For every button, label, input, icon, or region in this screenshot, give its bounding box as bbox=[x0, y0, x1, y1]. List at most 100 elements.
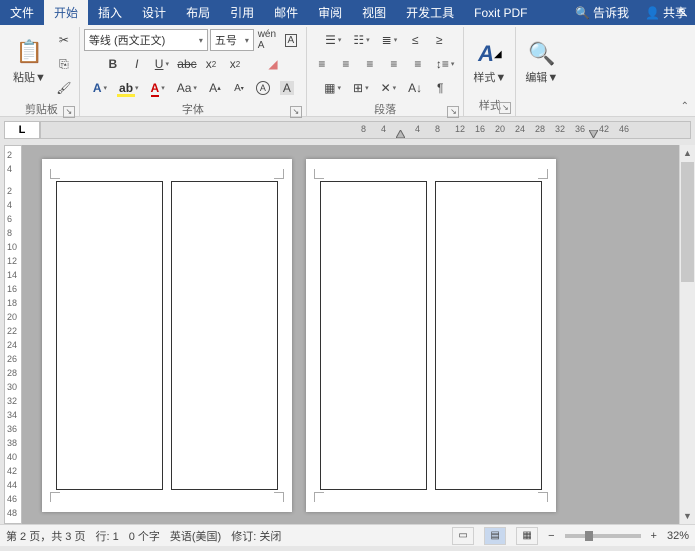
tab-file[interactable]: 文件 bbox=[0, 0, 44, 25]
tab-foxit[interactable]: Foxit PDF bbox=[464, 0, 537, 25]
web-layout-button[interactable]: ▦ bbox=[516, 527, 538, 545]
bucket-icon: ▦ bbox=[324, 81, 335, 95]
zoom-thumb[interactable] bbox=[585, 531, 593, 541]
editing-button[interactable]: 🔍 编辑▼ bbox=[520, 29, 563, 95]
page-2[interactable] bbox=[306, 159, 556, 512]
bold-button[interactable]: B bbox=[102, 53, 124, 75]
cut-button[interactable]: ✂ bbox=[53, 29, 75, 51]
brush-icon: 🖌 bbox=[56, 81, 71, 95]
shading-button[interactable]: ▦▾ bbox=[319, 77, 346, 99]
cursor-icon: ↖ bbox=[677, 4, 689, 21]
align-left-button[interactable]: ≡ bbox=[311, 53, 333, 75]
change-case-button[interactable]: Aa▾ bbox=[172, 77, 202, 99]
tab-developer[interactable]: 开发工具 bbox=[396, 0, 464, 25]
ribbon: 📋 粘贴▼ ✂ ⎘ 🖌 剪贴板 ↘ 等线 (西文正文)▾ 五号▾ wénA A bbox=[0, 25, 695, 117]
tab-references[interactable]: 引用 bbox=[220, 0, 264, 25]
indent-marker[interactable] bbox=[396, 130, 405, 138]
print-layout-button[interactable]: ▤ bbox=[484, 527, 506, 545]
scroll-up-button[interactable]: ▲ bbox=[680, 145, 695, 161]
numbering-button[interactable]: ☷▾ bbox=[348, 29, 374, 51]
group-clipboard-label: 剪贴板 bbox=[25, 104, 58, 116]
subscript-button[interactable]: x2 bbox=[200, 53, 222, 75]
align-right-button[interactable]: ≡ bbox=[359, 53, 381, 75]
status-track[interactable]: 修订: 关闭 bbox=[231, 528, 281, 544]
multilevel-button[interactable]: ≣▾ bbox=[377, 29, 403, 51]
ruler-area: L 8 4 4 8 12 16 20 24 28 32 36 42 46 bbox=[0, 117, 695, 145]
strikethrough-button[interactable]: abc bbox=[176, 53, 198, 75]
column-box bbox=[435, 181, 542, 490]
column-box bbox=[171, 181, 278, 490]
status-pages[interactable]: 第 2 页，共 3 页 bbox=[6, 528, 85, 544]
align-center-button[interactable]: ≡ bbox=[335, 53, 357, 75]
font-size-select[interactable]: 五号▾ bbox=[210, 29, 254, 51]
shrink-font-button[interactable]: A▾ bbox=[228, 77, 250, 99]
scroll-down-button[interactable]: ▼ bbox=[680, 508, 695, 524]
ruler-vertical[interactable]: 2 4 2 4 6 8 10 12 14 16 18 20 22 24 26 2… bbox=[4, 145, 22, 524]
read-mode-button[interactable]: ▭ bbox=[452, 527, 474, 545]
scroll-thumb[interactable] bbox=[681, 162, 694, 282]
tell-me-button[interactable]: 🔍告诉我 bbox=[567, 4, 637, 21]
char-border-button[interactable]: A bbox=[280, 29, 302, 51]
font-family-select[interactable]: 等线 (西文正文)▾ bbox=[84, 29, 208, 51]
page-1[interactable] bbox=[42, 159, 292, 512]
ruler-corner[interactable]: L bbox=[4, 121, 40, 139]
status-language[interactable]: 英语(美国) bbox=[170, 528, 221, 544]
ruler-horizontal[interactable]: 8 4 4 8 12 16 20 24 28 32 36 42 46 bbox=[40, 121, 691, 139]
clear-formatting-button[interactable]: ◢ bbox=[262, 53, 284, 75]
tab-view[interactable]: 视图 bbox=[352, 0, 396, 25]
group-paragraph-label: 段落 bbox=[374, 104, 396, 116]
tab-review[interactable]: 审阅 bbox=[308, 0, 352, 25]
tab-mailings[interactable]: 邮件 bbox=[264, 0, 308, 25]
grow-font-button[interactable]: A▴ bbox=[204, 77, 226, 99]
paragraph-launcher[interactable]: ↘ bbox=[447, 106, 459, 118]
scissors-icon: ✂ bbox=[59, 33, 69, 47]
tab-home[interactable]: 开始 bbox=[44, 0, 88, 25]
zoom-out-button[interactable]: − bbox=[548, 530, 554, 542]
superscript-button[interactable]: x2 bbox=[224, 53, 246, 75]
vertical-scrollbar[interactable]: ▲ ▼ bbox=[679, 145, 695, 524]
zoom-level[interactable]: 32% bbox=[667, 530, 689, 542]
paste-button[interactable]: 📋 粘贴▼ bbox=[8, 29, 51, 95]
phonetic-guide-button[interactable]: wénA bbox=[256, 29, 278, 51]
collapse-ribbon-button[interactable]: ⌃ bbox=[681, 101, 689, 112]
group-paragraph: ☰▾ ☷▾ ≣▾ ≤ ≥ ≡ ≡ ≡ ≡ ≡ ↕≡▾ ▦▾ ⊞▾ ✕ bbox=[307, 27, 465, 116]
underline-button[interactable]: U▾ bbox=[150, 53, 174, 75]
group-clipboard: 📋 粘贴▼ ✂ ⎘ 🖌 剪贴板 ↘ bbox=[4, 27, 80, 116]
italic-button[interactable]: I bbox=[126, 53, 148, 75]
format-painter-button[interactable]: 🖌 bbox=[53, 77, 75, 99]
copy-icon: ⎘ bbox=[59, 57, 69, 72]
status-line[interactable]: 行: 1 bbox=[95, 528, 118, 544]
document-canvas[interactable] bbox=[22, 145, 679, 524]
column-box bbox=[320, 181, 427, 490]
tab-layout[interactable]: 布局 bbox=[176, 0, 220, 25]
tab-design[interactable]: 设计 bbox=[132, 0, 176, 25]
decrease-indent-button[interactable]: ≤ bbox=[404, 29, 426, 51]
justify-button[interactable]: ≡ bbox=[383, 53, 405, 75]
bullets-button[interactable]: ☰▾ bbox=[320, 29, 346, 51]
zoom-slider[interactable] bbox=[565, 534, 641, 538]
zoom-in-button[interactable]: + bbox=[651, 530, 657, 542]
clipboard-launcher[interactable]: ↘ bbox=[63, 106, 75, 118]
styles-launcher[interactable]: ↘ bbox=[499, 102, 511, 114]
show-marks-button[interactable]: ¶ bbox=[429, 77, 451, 99]
font-launcher[interactable]: ↘ bbox=[290, 106, 302, 118]
text-effects-button[interactable]: A▾ bbox=[88, 77, 112, 99]
styles-button[interactable]: A◢ 样式▼ bbox=[468, 29, 511, 95]
distributed-button[interactable]: ≡ bbox=[407, 53, 429, 75]
column-box bbox=[56, 181, 163, 490]
enclose-char-button[interactable]: A bbox=[252, 77, 274, 99]
borders-button[interactable]: ⊞▾ bbox=[348, 77, 374, 99]
asian-layout-button[interactable]: ✕▾ bbox=[376, 77, 402, 99]
status-words[interactable]: 0 个字 bbox=[129, 528, 160, 544]
bullets-icon: ☰ bbox=[325, 33, 336, 47]
numbering-icon: ☷ bbox=[353, 33, 364, 47]
font-color-button[interactable]: A▾ bbox=[146, 77, 170, 99]
right-indent-marker[interactable] bbox=[589, 130, 598, 138]
increase-indent-button[interactable]: ≥ bbox=[428, 29, 450, 51]
char-shading-button[interactable]: A bbox=[276, 77, 298, 99]
copy-button[interactable]: ⎘ bbox=[53, 53, 75, 75]
highlight-button[interactable]: ab▾ bbox=[114, 77, 144, 99]
line-spacing-button[interactable]: ↕≡▾ bbox=[431, 53, 460, 75]
sort-button[interactable]: A↓ bbox=[403, 77, 427, 99]
tab-insert[interactable]: 插入 bbox=[88, 0, 132, 25]
